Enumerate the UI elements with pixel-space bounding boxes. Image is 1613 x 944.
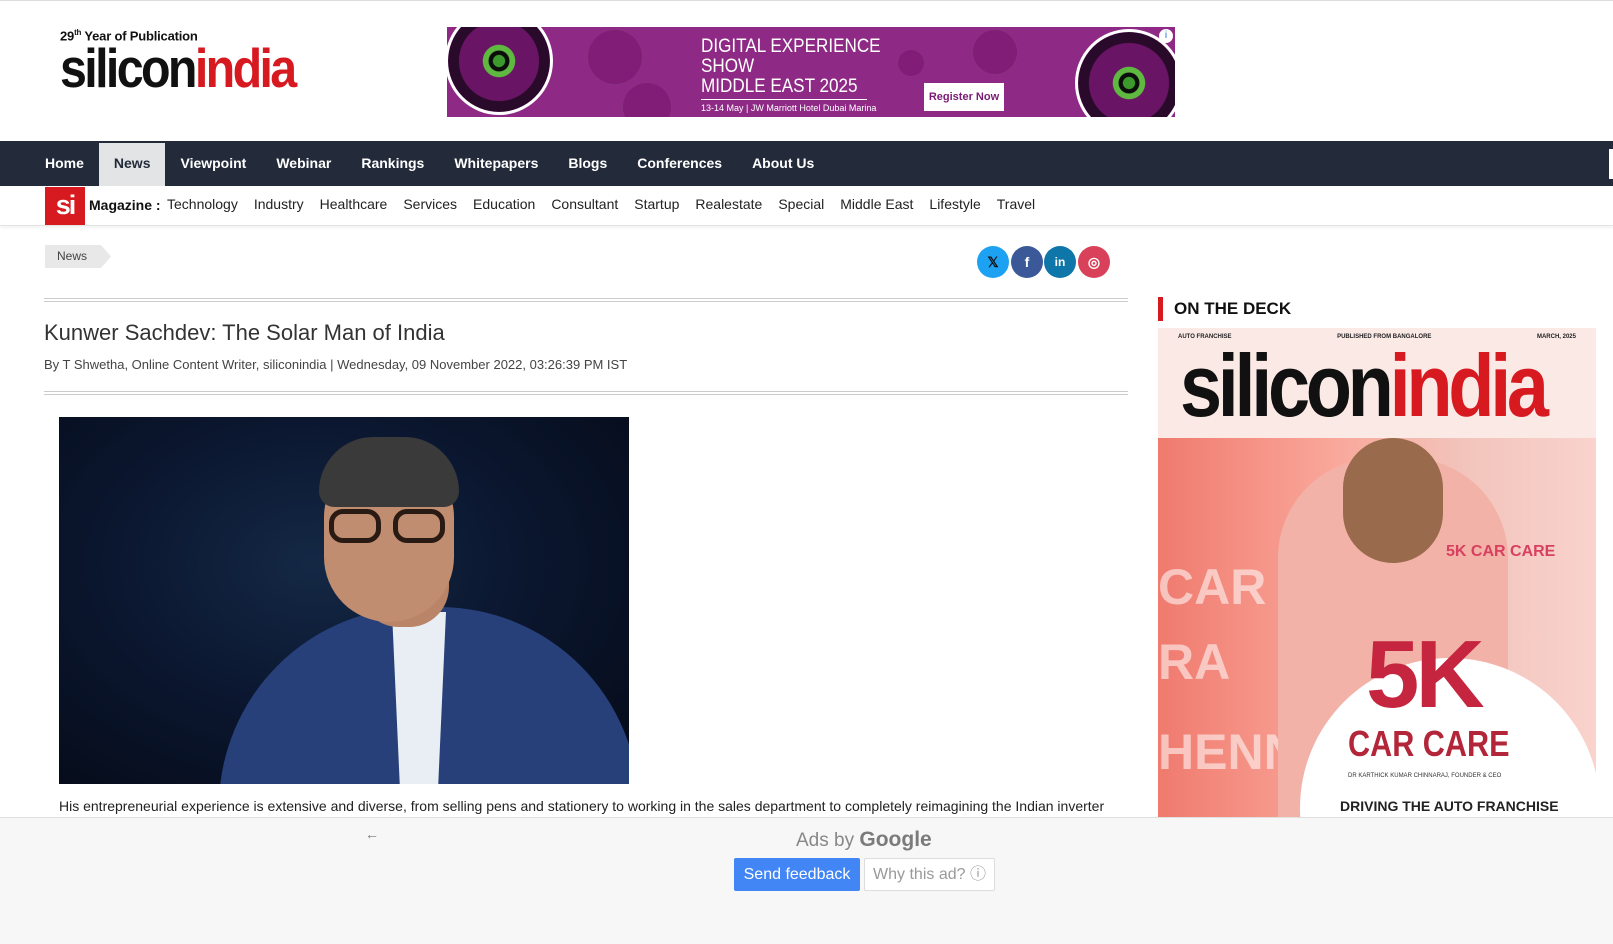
magazine-link-realestate[interactable]: Realestate	[687, 196, 770, 212]
article-paragraph: His entrepreneurial experience is extens…	[59, 798, 1105, 814]
banner-decor-bubble	[622, 82, 672, 117]
google-ad-overlay: ← Ads by Google Send feedback Why this a…	[0, 817, 1613, 944]
breadcrumb[interactable]: News	[45, 245, 111, 268]
why-this-ad-button[interactable]: Why this ad? ⓘ	[864, 858, 995, 891]
magazine-label: Magazine :	[89, 197, 161, 213]
nav-item-home[interactable]: Home	[30, 141, 99, 186]
banner-divider	[701, 99, 867, 100]
magazine-link-special[interactable]: Special	[770, 196, 832, 212]
glasses-lens-left	[329, 509, 381, 543]
magazine-link-industry[interactable]: Industry	[246, 196, 312, 212]
divider	[44, 298, 1128, 302]
site-logo[interactable]: 29th Year of Publication siliconindia	[60, 28, 310, 108]
article-byline: By T Shwetha, Online Content Writer, sil…	[44, 357, 628, 372]
facebook-icon[interactable]: f	[1011, 246, 1043, 278]
banner-subtitle: 13-14 May | JW Marriott Hotel Dubai Mari…	[701, 103, 877, 113]
divider	[44, 391, 1128, 395]
nav-item-webinar[interactable]: Webinar	[261, 141, 346, 186]
banner-decor-bubble	[587, 29, 643, 85]
magazine-link-education[interactable]: Education	[465, 196, 543, 212]
banner-title: DIGITAL EXPERIENCE SHOW MIDDLE EAST 2025	[701, 36, 881, 97]
nav-item-blogs[interactable]: Blogs	[553, 141, 622, 186]
article-title: Kunwer Sachdev: The Solar Man of India	[44, 320, 445, 345]
logo-wordmark: siliconindia	[60, 37, 297, 100]
on-the-deck-heading: ON THE DECK	[1158, 297, 1291, 321]
magazine-link-technology[interactable]: Technology	[159, 196, 246, 212]
magazine-link-middle-east[interactable]: Middle East	[832, 196, 921, 212]
cover-person-head	[1343, 438, 1443, 563]
nav-item-rankings[interactable]: Rankings	[346, 141, 439, 186]
cover-brand: 5K CAR CARE	[1446, 543, 1556, 560]
si-logo-icon[interactable]: si	[45, 187, 85, 225]
ads-by-google: Ads by Google	[796, 828, 932, 851]
banner-decor-bubble	[972, 29, 1018, 75]
magazine-links: Technology Industry Healthcare Services …	[159, 196, 1043, 212]
cover-side-text: CAR	[1158, 559, 1267, 615]
glasses-lens-right	[393, 509, 445, 543]
banner-ad[interactable]: DIGITAL EXPERIENCE SHOW MIDDLE EAST 2025…	[447, 27, 1175, 117]
magazine-bar: si Magazine : Technology Industry Health…	[0, 186, 1613, 226]
cover-tagline: DRIVING THE AUTO FRANCHISE	[1340, 798, 1559, 814]
x-twitter-icon[interactable]: 𝕏	[977, 246, 1009, 278]
cover-side-text: RA	[1158, 634, 1231, 690]
magazine-link-lifestyle[interactable]: Lifestyle	[921, 196, 988, 212]
nav-item-whitepapers[interactable]: Whitepapers	[439, 141, 553, 186]
send-feedback-button[interactable]: Send feedback	[734, 858, 860, 891]
article-photo	[59, 417, 629, 784]
banner-decor-bubble	[897, 49, 925, 77]
magazine-link-consultant[interactable]: Consultant	[543, 196, 626, 212]
cover-person-name: DR KARTHICK KUMAR CHINNARAJ, FOUNDER & C…	[1348, 773, 1502, 779]
nav-edge-marker	[1609, 149, 1613, 179]
magazine-link-healthcare[interactable]: Healthcare	[312, 196, 396, 212]
cover-subheadline: CAR CARE	[1348, 723, 1510, 764]
nav-item-conferences[interactable]: Conferences	[622, 141, 737, 186]
nav-item-about-us[interactable]: About Us	[737, 141, 829, 186]
cover-headline: 5K	[1366, 621, 1485, 728]
main-nav: Home News Viewpoint Webinar Rankings Whi…	[0, 141, 1613, 186]
instagram-icon[interactable]: ◎	[1078, 246, 1110, 278]
linkedin-icon[interactable]: in	[1044, 246, 1076, 278]
ad-info-icon[interactable]: i	[1159, 29, 1173, 43]
nav-item-news[interactable]: News	[98, 141, 166, 186]
photo-hair	[319, 437, 459, 507]
magazine-link-startup[interactable]: Startup	[626, 196, 687, 212]
back-arrow-icon[interactable]: ←	[365, 826, 379, 842]
cover-masthead: siliconindia	[1180, 336, 1549, 435]
magazine-cover[interactable]: AUTO FRANCHISE PUBLISHED FROM BANGALORE …	[1158, 328, 1596, 818]
photo-glasses	[327, 509, 457, 545]
banner-flower-graphic	[1075, 29, 1175, 117]
nav-item-viewpoint[interactable]: Viewpoint	[165, 141, 261, 186]
magazine-link-travel[interactable]: Travel	[989, 196, 1043, 212]
banner-flower-graphic	[447, 27, 553, 115]
register-now-button[interactable]: Register Now	[924, 83, 1004, 111]
page: 29th Year of Publication siliconindia DI…	[0, 0, 1613, 944]
magazine-link-services[interactable]: Services	[395, 196, 465, 212]
site-header: 29th Year of Publication siliconindia DI…	[0, 0, 1613, 141]
